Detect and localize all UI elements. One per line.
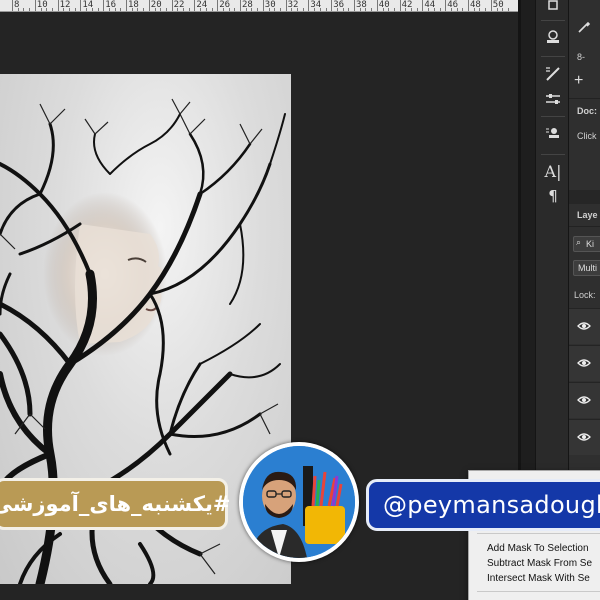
search-icon: ⌕ [576, 237, 582, 247]
layer-row[interactable] [569, 345, 600, 381]
handle-banner: @peymansadoughi [366, 479, 600, 531]
lock-label: Lock: [574, 290, 596, 300]
ruler-tick [399, 0, 401, 11]
ruler-tick [262, 0, 264, 11]
visibility-eye-icon[interactable] [577, 320, 591, 332]
toolbar-separator [541, 116, 565, 117]
ruler-tick [12, 0, 13, 11]
plus-icon[interactable]: + [574, 72, 583, 90]
visibility-eye-icon[interactable] [577, 357, 591, 369]
ruler-tick [445, 0, 447, 11]
ruler-tick [331, 0, 333, 11]
toolbar-separator [541, 154, 565, 155]
brush-erase-icon[interactable] [542, 0, 564, 16]
paragraph-icon[interactable]: ¶ [542, 185, 564, 207]
ruler-tick [240, 0, 241, 11]
kind-filter[interactable]: ⌕ Ki [573, 236, 600, 252]
ruler-tick [126, 0, 127, 11]
ruler-tick [422, 0, 424, 11]
ruler-tick [308, 0, 310, 11]
kind-label: Ki [586, 239, 595, 249]
ruler-tick [103, 0, 105, 11]
handle-text: @peymansadoughi [383, 491, 600, 519]
stamp-icon[interactable] [542, 26, 564, 48]
panel-divider [569, 98, 600, 99]
tab-layers[interactable]: Laye [577, 210, 598, 220]
layer-row[interactable] [569, 308, 600, 344]
menu-separator [477, 533, 600, 534]
ruler-tick [285, 0, 287, 11]
hashtag-banner: #یکشنبه_های_آموزشی [0, 478, 231, 530]
blend-mode-value: Multi [578, 263, 598, 273]
ruler-tick [376, 0, 378, 11]
panel-divider [569, 226, 600, 227]
ruler-tick [217, 0, 219, 11]
visibility-eye-icon[interactable] [577, 431, 591, 443]
toolbar-separator [541, 20, 565, 21]
doc-label: Doc: [577, 106, 597, 116]
visibility-eye-icon[interactable] [577, 394, 591, 406]
menu-item-subtract-mask[interactable]: Subtract Mask From Se [487, 558, 592, 570]
presenter-portrait [243, 446, 355, 558]
avatar [239, 442, 359, 562]
ruler-tick [34, 0, 36, 11]
panel-divider [569, 190, 600, 204]
eyedropper-icon[interactable] [577, 20, 591, 37]
hashtag-text: #یکشنبه_های_آموزشی [0, 492, 231, 516]
brush-icon[interactable] [542, 63, 564, 85]
layer-row[interactable] [569, 382, 600, 418]
ruler-tick [490, 0, 492, 11]
adjust-icon[interactable] [542, 88, 564, 110]
ruler-tick [80, 0, 82, 11]
menu-item-intersect-mask[interactable]: Intersect Mask With Se [487, 573, 590, 585]
horizontal-ruler: 8 10 12 14 16 18 20 22 24 26 28 30 32 34 36 38 40 42 44 46 4… [0, 0, 518, 12]
toolbar-separator [541, 56, 565, 57]
ruler-tick [171, 0, 173, 11]
ruler-tick [354, 0, 355, 11]
ruler-tick [468, 0, 469, 11]
zoom-fragment: 8- [577, 52, 586, 62]
stamp-tool-icon[interactable] [542, 123, 564, 145]
ruler-tick [148, 0, 150, 11]
menu-item-add-mask[interactable]: Add Mask To Selection [487, 543, 589, 555]
layer-row[interactable] [569, 419, 600, 455]
ruler-tick [57, 0, 59, 11]
blend-mode-select[interactable]: Multi [573, 260, 600, 276]
click-label: Click [577, 131, 597, 141]
type-icon[interactable]: A| [542, 160, 564, 182]
menu-separator [477, 591, 600, 592]
ruler-tick [194, 0, 196, 11]
